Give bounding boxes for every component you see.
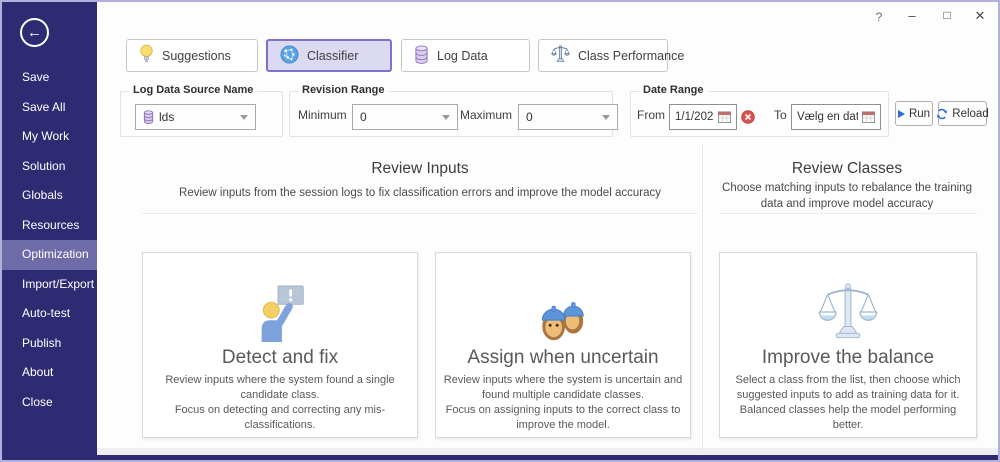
maximize-button[interactable]: □ [936, 8, 958, 22]
calendar-icon [862, 111, 875, 123]
sidebar-item-publish[interactable]: Publish [2, 329, 97, 359]
lightbulb-icon [139, 44, 154, 67]
log-data-source-group: Log Data Source Name lds [120, 91, 283, 137]
tab-label: Class Performance [578, 49, 684, 63]
sidebar-item-auto-test[interactable]: Auto-test [2, 299, 97, 329]
sidebar-item-import-export[interactable]: Import/Export [2, 270, 97, 300]
improve-the-balance-card[interactable]: Improve the balance Select a class from … [719, 252, 977, 438]
maximum-combobox[interactable]: 0 [518, 104, 618, 130]
clear-date-icon[interactable] [741, 110, 755, 124]
bottom-resize-strip [97, 448, 998, 455]
minimum-combobox[interactable]: 0 [352, 104, 458, 130]
tab-log-data[interactable]: Log Data [401, 39, 530, 72]
revision-range-group: Revision Range Minimum 0 Maximum 0 [289, 91, 613, 137]
card-description-line: Select a class from the list, then choos… [728, 373, 969, 403]
combobox-value: 0 [526, 110, 533, 124]
tab-label: Classifier [307, 49, 358, 63]
classifier-network-icon [280, 45, 299, 67]
card-title: Assign when uncertain [467, 347, 658, 369]
sidebar-item-about[interactable]: About [2, 358, 97, 388]
chevron-down-icon [442, 115, 450, 120]
divider [142, 213, 698, 214]
chevron-down-icon [240, 115, 248, 120]
back-arrow-icon: ← [27, 24, 42, 41]
tab-label: Log Data [437, 49, 488, 63]
date-value: Vælg en dato [797, 111, 858, 123]
to-label: To [774, 92, 787, 138]
sidebar-item-resources[interactable]: Resources [2, 211, 97, 241]
database-icon [143, 110, 154, 124]
sidebar-item-optimization[interactable]: Optimization [2, 240, 97, 270]
sidebar-item-save[interactable]: Save [2, 63, 97, 93]
tab-class-performance[interactable]: Class Performance [538, 39, 668, 72]
review-inputs-title: Review Inputs [142, 160, 698, 178]
card-title: Improve the balance [762, 347, 934, 369]
reload-label: Reload [952, 108, 988, 120]
run-label: Run [909, 108, 930, 120]
sidebar: ← Save Save All My Work Solution Globals… [2, 2, 97, 460]
to-date-picker[interactable]: Vælg en dato [791, 104, 881, 130]
back-button[interactable]: ← [20, 18, 49, 47]
combobox-value: 0 [360, 110, 367, 124]
date-range-group: Date Range From 1/1/2023 To [630, 91, 889, 137]
database-icon [414, 45, 429, 67]
maximum-label: Maximum [460, 92, 512, 138]
play-icon [898, 110, 905, 118]
calendar-icon [718, 111, 731, 123]
card-title: Detect and fix [222, 347, 338, 369]
card-description-line: Focus on detecting and correcting any mi… [151, 403, 409, 433]
sidebar-item-solution[interactable]: Solution [2, 152, 97, 182]
log-data-source-combobox[interactable]: lds [135, 104, 256, 130]
date-value: 1/1/2023 [675, 111, 714, 123]
card-description-line: Balanced classes help the model performi… [728, 403, 969, 433]
detect-and-fix-card[interactable]: Detect and fix Review inputs where the s… [142, 252, 418, 438]
sidebar-item-close[interactable]: Close [2, 388, 97, 418]
reload-icon [936, 108, 948, 120]
reload-button[interactable]: Reload [938, 101, 987, 126]
sidebar-item-globals[interactable]: Globals [2, 181, 97, 211]
app-window: ← Save Save All My Work Solution Globals… [0, 0, 1000, 462]
tab-classifier[interactable]: Classifier [266, 39, 392, 72]
balance-scale-icon [817, 273, 879, 343]
workers-icon [534, 273, 592, 343]
card-description-line: Focus on assigning inputs to the correct… [444, 403, 683, 433]
sidebar-nav: Save Save All My Work Solution Globals R… [2, 63, 97, 417]
run-button[interactable]: Run [895, 101, 933, 126]
raised-sign-alert-icon [251, 273, 309, 343]
assign-when-uncertain-card[interactable]: Assign when uncertain Review inputs wher… [435, 252, 691, 438]
tab-label: Suggestions [162, 49, 231, 63]
tab-suggestions[interactable]: Suggestions [126, 39, 258, 72]
chevron-down-icon [602, 115, 610, 120]
bottom-border [2, 455, 998, 460]
card-description-line: Review inputs where the system is uncert… [444, 373, 683, 403]
from-date-picker[interactable]: 1/1/2023 [669, 104, 737, 130]
help-button[interactable]: ? [868, 10, 890, 24]
review-classes-title: Review Classes [714, 160, 980, 178]
review-inputs-description: Review inputs from the session logs to f… [142, 186, 698, 202]
balance-scale-icon [551, 45, 570, 67]
section-divider [702, 144, 703, 452]
card-description-line: Review inputs where the system found a s… [151, 373, 409, 403]
sidebar-item-save-all[interactable]: Save All [2, 93, 97, 123]
review-classes-description: Choose matching inputs to rebalance the … [720, 181, 974, 212]
group-label: Log Data Source Name [129, 84, 257, 96]
combobox-value: lds [159, 110, 174, 124]
sidebar-item-my-work[interactable]: My Work [2, 122, 97, 152]
close-button[interactable]: ✕ [969, 8, 991, 24]
from-label: From [637, 92, 665, 138]
divider [720, 213, 977, 214]
minimize-button[interactable]: – [901, 8, 923, 23]
minimum-label: Minimum [298, 92, 347, 138]
